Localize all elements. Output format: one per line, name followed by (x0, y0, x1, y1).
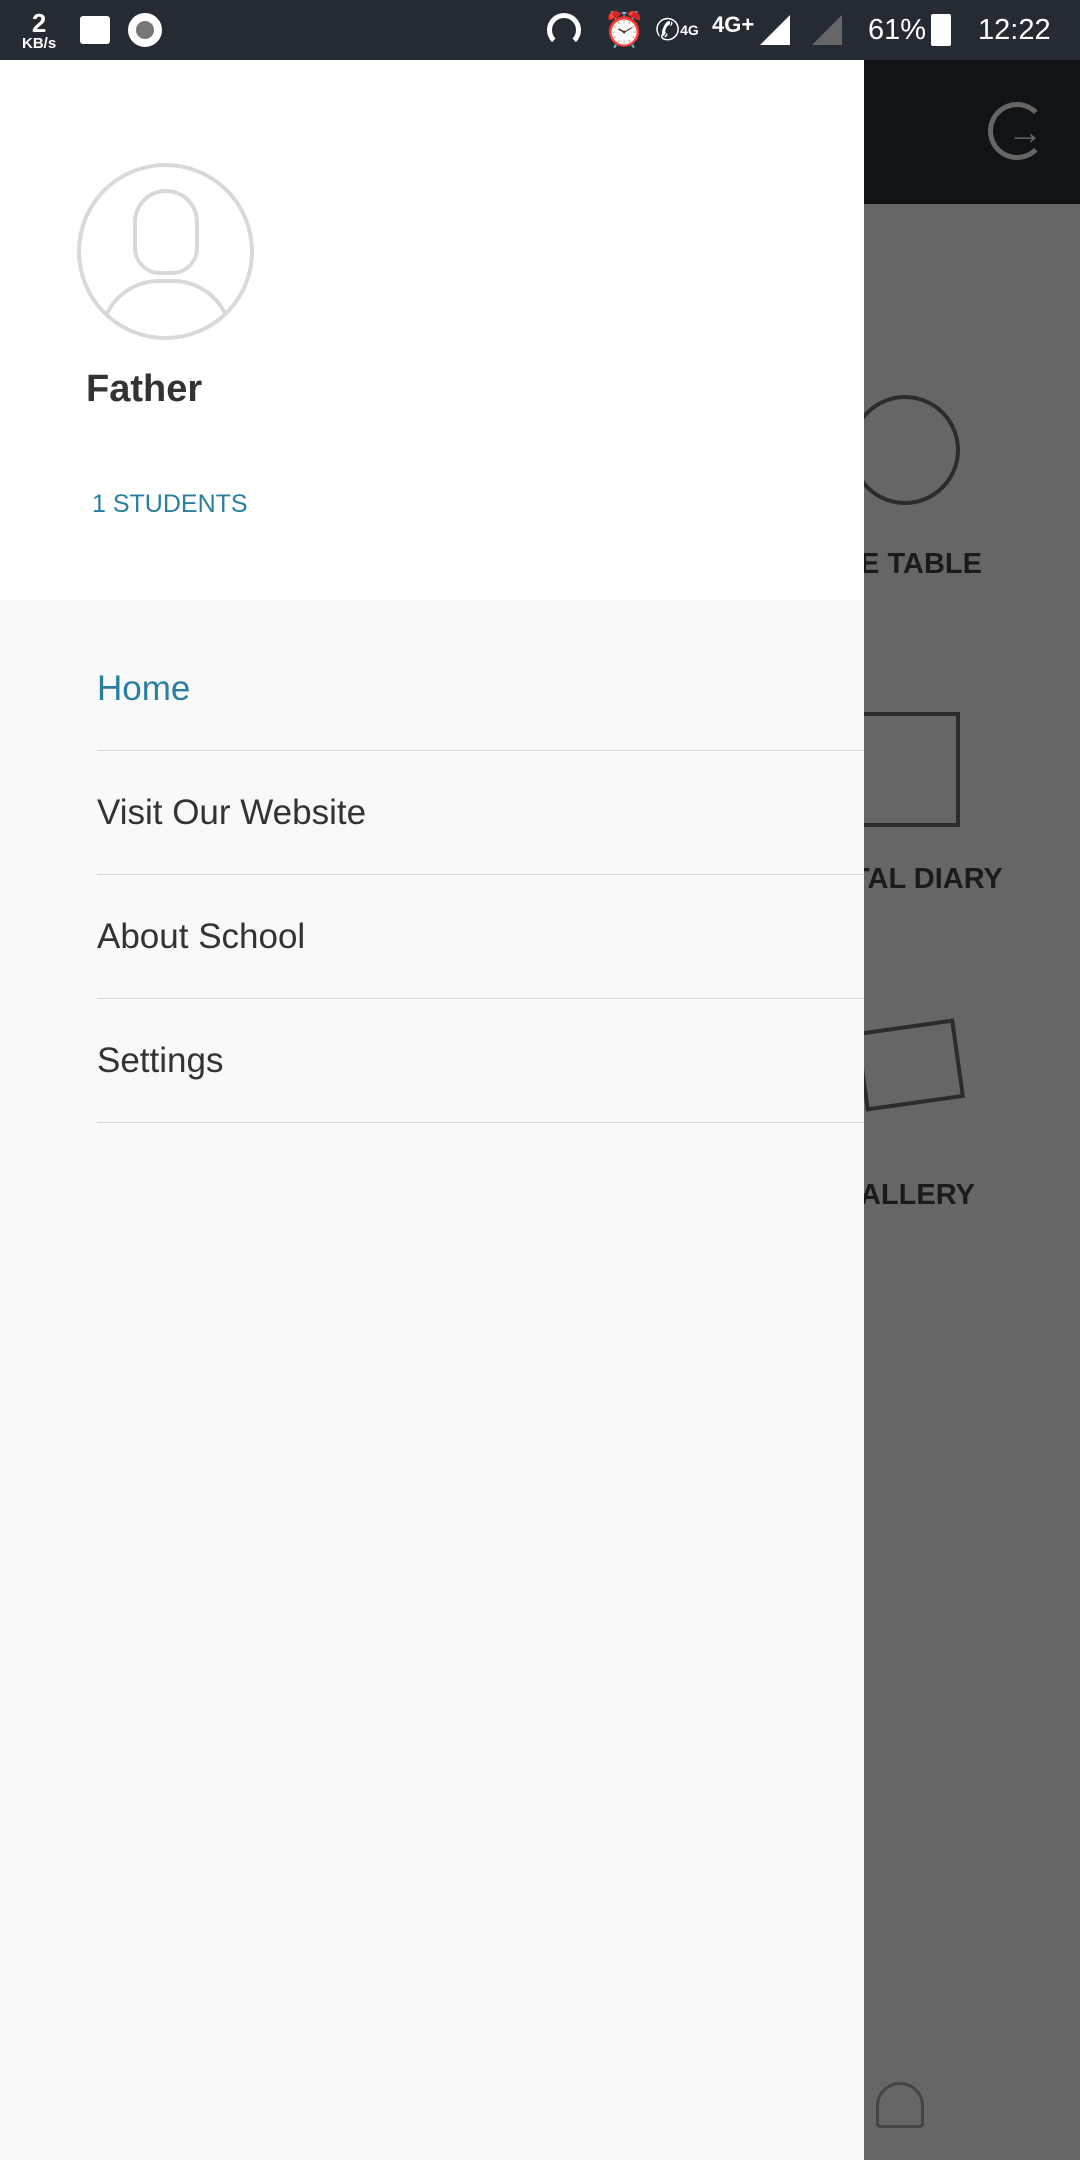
battery-charging-icon (931, 0, 951, 60)
clock-icon (850, 395, 960, 505)
alarm-icon: ⏰ (603, 11, 646, 49)
menu-item-website[interactable]: Visit Our Website (97, 751, 864, 875)
menu-item-home[interactable]: Home (97, 627, 864, 751)
phone-icon: ✆ 4G (655, 13, 699, 47)
menu-item-label: About School (97, 916, 306, 956)
menu-item-label: Home (97, 668, 191, 708)
volte-label: 4G (680, 22, 699, 38)
bell-icon (876, 2082, 924, 2128)
students-count[interactable]: 1 STUDENTS (92, 490, 248, 519)
tile-label-diary[interactable]: TAL DIARY (852, 863, 1003, 896)
navigation-drawer: Father 1 STUDENTS Home Visit Our Website… (0, 60, 864, 2160)
avatar[interactable] (77, 163, 254, 340)
clock-time: 12:22 (978, 13, 1051, 46)
battery-percent: 61% (868, 13, 927, 46)
gallery-icon (854, 1018, 966, 1112)
signal-empty-icon (812, 0, 842, 60)
person-icon (133, 189, 199, 275)
logout-icon[interactable]: → (988, 102, 1046, 160)
net-unit: KB/s (22, 34, 57, 52)
menu-item-label: Visit Our Website (97, 792, 367, 832)
user-name: Father (86, 368, 203, 410)
network-type: 4G+ (712, 12, 755, 37)
menu-item-label: Settings (97, 1040, 224, 1080)
signal-icon (760, 0, 790, 60)
record-icon (128, 0, 162, 60)
tile-label-gallery[interactable]: ALLERY (860, 1179, 975, 1212)
status-bar: 2 KB/s ⏰ ✆ 4G 4G+ 61% 12:22 (0, 0, 1080, 60)
menu-item-about-school[interactable]: About School (97, 875, 864, 999)
diary-icon (850, 712, 960, 827)
tile-label-timetable[interactable]: IE TABLE (852, 548, 982, 581)
image-icon (80, 0, 110, 60)
menu-item-settings[interactable]: Settings (97, 999, 864, 1123)
net-speed: 2 (31, 7, 47, 38)
hotspot-icon (547, 0, 581, 60)
drawer-header: Father 1 STUDENTS (0, 60, 864, 600)
